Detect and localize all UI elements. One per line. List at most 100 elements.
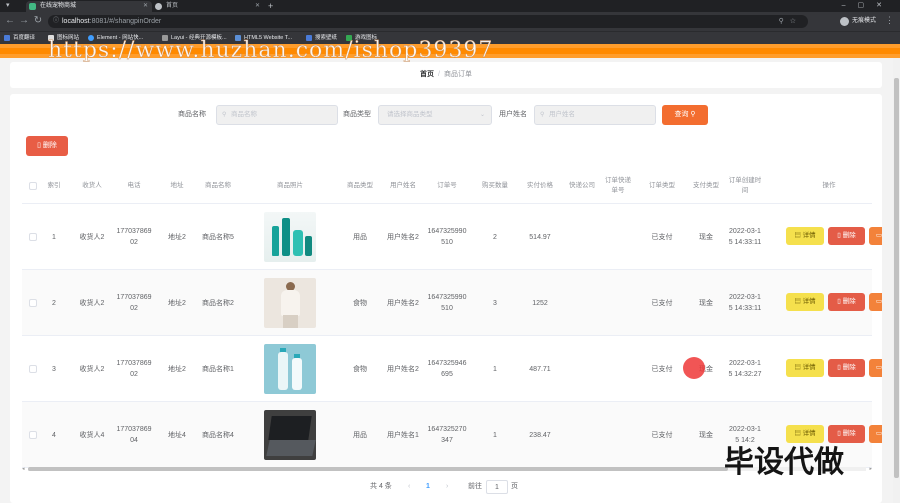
edit-button[interactable]: ▭ [869,425,882,443]
tab-search-icon[interactable]: ▾ [6,0,20,12]
user-name-cell: 用户姓名2 [387,365,419,373]
edit-button[interactable]: ▭ [869,227,882,245]
row-actions: ▤ 详情 ▯ 删除 ▭ [786,336,882,402]
row-checkbox[interactable] [29,299,37,307]
select-all-checkbox[interactable] [29,182,37,190]
url-input[interactable]: ⓘ localhost:8081/#/shangpinOrder ⚲☆ [48,15,808,28]
detail-button[interactable]: ▤ 详情 [786,359,824,377]
document-icon: ▤ [794,430,803,437]
col-header: 实付价格 [527,182,553,189]
row-index: 1 [52,233,56,241]
edit-button[interactable]: ▭ [869,293,882,311]
delete-button[interactable]: ▯ 删除 [828,293,865,311]
order-number-cell: 1647325990510 [427,294,467,312]
prev-page-icon[interactable]: ‹ [408,480,410,494]
goto-label: 前往 [468,483,482,490]
scroll-thumb[interactable] [28,467,728,471]
address-cell: 地址2 [168,365,186,373]
row-checkbox[interactable] [29,431,37,439]
user-name-input[interactable]: ⚲ 用户姓名 [534,105,656,125]
incognito-profile[interactable]: 无痕模式 [840,16,876,27]
col-header: 订单创建时间 [728,177,762,194]
product-name-cell: 商品名称4 [202,431,234,439]
next-page-icon[interactable]: › [446,480,448,494]
scroll-right-arrow-icon[interactable]: ▸ [869,466,872,472]
quantity-cell: 1 [493,431,497,439]
promo-stamp-text: 毕设代做 [724,445,844,480]
pay-type-cell: 现金 [699,233,713,241]
omnibox-action-icons[interactable]: ⚲☆ [779,15,802,28]
row-index: 3 [52,365,56,373]
product-name-input[interactable]: ⚲ 商品名称 [216,105,338,125]
profile-label: 无痕模式 [852,18,877,24]
back-icon[interactable]: ← [4,15,16,27]
table-row: 1 收货人2 17703786902 地址2 商品名称5 用品 用户姓名2 164732599… [22,204,882,270]
product-name-cell: 商品名称2 [202,299,234,307]
delete-button[interactable]: ▯ 删除 [828,359,865,377]
vertical-scrollbar[interactable] [893,58,900,503]
col-header: 商品名称 [205,182,231,189]
user-name-cell: 用户姓名2 [387,299,419,307]
product-name-cell: 商品名称5 [202,233,234,241]
product-photo-cell [254,204,326,270]
scroll-left-arrow-icon[interactable]: ◂ [22,466,25,472]
batch-delete-button[interactable]: ▯ 删除 [26,136,68,156]
detail-button[interactable]: ▤ 详情 [786,293,824,311]
address-cell: 地址4 [168,431,186,439]
goto-page-input[interactable]: 1 [486,480,508,494]
close-icon[interactable]: ✕ [255,1,260,12]
url-watermark: https://www.huzhan.com/ishop39397 [48,38,494,63]
scroll-thumb[interactable] [894,78,899,478]
tab-title: 在线宠物商城 [40,3,77,9]
info-icon: ⓘ [53,18,60,24]
forward-icon[interactable]: → [18,15,30,27]
incognito-avatar-icon [840,17,849,26]
product-type-select[interactable]: 请选择商品类型 ⌄ [378,105,492,125]
cosmetics-bottles-image [264,212,316,262]
col-header: 索引 [47,182,61,189]
receiver-cell: 收货人2 [79,365,105,373]
bookmark-item[interactable]: 百度翻译 [4,33,35,44]
address-bar: ← → ↻ ⓘ localhost:8081/#/shangpinOrder ⚲… [0,12,900,31]
globe-icon [155,3,162,10]
laptop-image [264,410,316,460]
tab-active[interactable]: 在线宠物商城 ✕ [26,1,152,12]
bookmark-icon [4,35,10,41]
window-controls[interactable]: –▢✕ [842,0,894,12]
product-type-cell: 用品 [353,233,367,241]
search-icon: ⚲ [540,112,545,118]
phone-cell: 17703786904 [116,426,152,444]
courier-cell [562,204,602,270]
search-button[interactable]: 查询 ⚲ [662,105,708,125]
delete-button[interactable]: ▯ 删除 [828,227,865,245]
col-header: 用户姓名 [390,182,416,189]
close-icon[interactable]: ✕ [143,1,148,12]
col-header: 订单号 [437,182,457,189]
detail-button[interactable]: ▤ 详情 [786,227,824,245]
product-photo-cell [254,402,326,468]
new-tab-plus-icon[interactable]: + [268,0,273,12]
courier-cell [562,336,602,402]
breadcrumb-home[interactable]: 首页 [420,71,434,78]
reload-icon[interactable]: ↻ [32,15,44,27]
edit-button[interactable]: ▭ [869,359,882,377]
product-photo-cell [254,270,326,336]
price-cell: 238.47 [529,431,551,439]
price-cell: 487.71 [529,365,551,373]
tab-inactive[interactable]: 首页 ✕ [152,1,264,12]
edit-icon: ▭ [875,430,882,437]
price-cell: 514.97 [529,233,551,241]
order-type-cell: 已支付 [651,365,673,373]
tracking-cell [604,270,632,336]
breadcrumb-current: 商品订单 [443,71,472,78]
browser-tab-bar: ▾ 在线宠物商城 ✕ 首页 ✕ + –▢✕ [0,0,900,12]
row-checkbox[interactable] [29,233,37,241]
col-header: 商品照片 [277,182,303,189]
courier-cell [562,402,602,468]
quantity-cell: 3 [493,299,497,307]
receiver-cell: 收货人4 [79,431,105,439]
row-checkbox[interactable] [29,365,37,373]
document-icon: ▤ [794,364,803,371]
menu-kebab-icon[interactable]: ⋮ [885,15,894,26]
page-number[interactable]: 1 [426,480,430,494]
